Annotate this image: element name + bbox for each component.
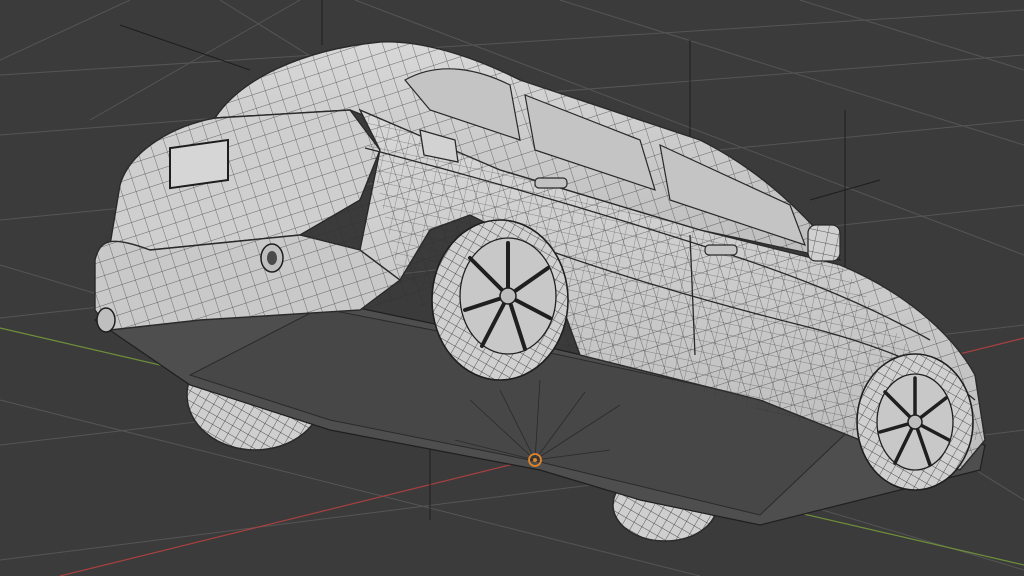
3d-viewport[interactable] — [0, 0, 1024, 576]
door-handle-rear — [534, 177, 568, 189]
rear-right-wheel — [431, 219, 569, 381]
door-handle-front — [704, 244, 738, 256]
side-mirror — [807, 224, 841, 262]
front-right-wheel — [856, 353, 974, 491]
viewport-canvas[interactable] — [0, 0, 1024, 576]
license-plate — [169, 138, 229, 190]
